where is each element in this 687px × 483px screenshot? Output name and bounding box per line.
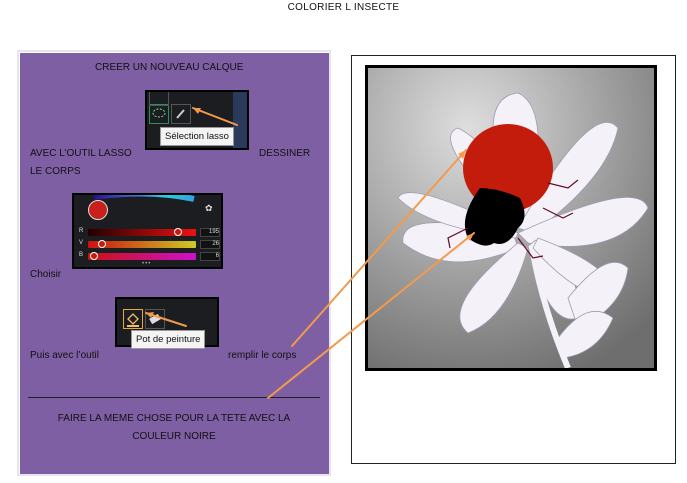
arrow-to-body <box>291 149 467 347</box>
arrows-overlay <box>145 107 475 399</box>
arrowhead-head <box>466 233 474 241</box>
